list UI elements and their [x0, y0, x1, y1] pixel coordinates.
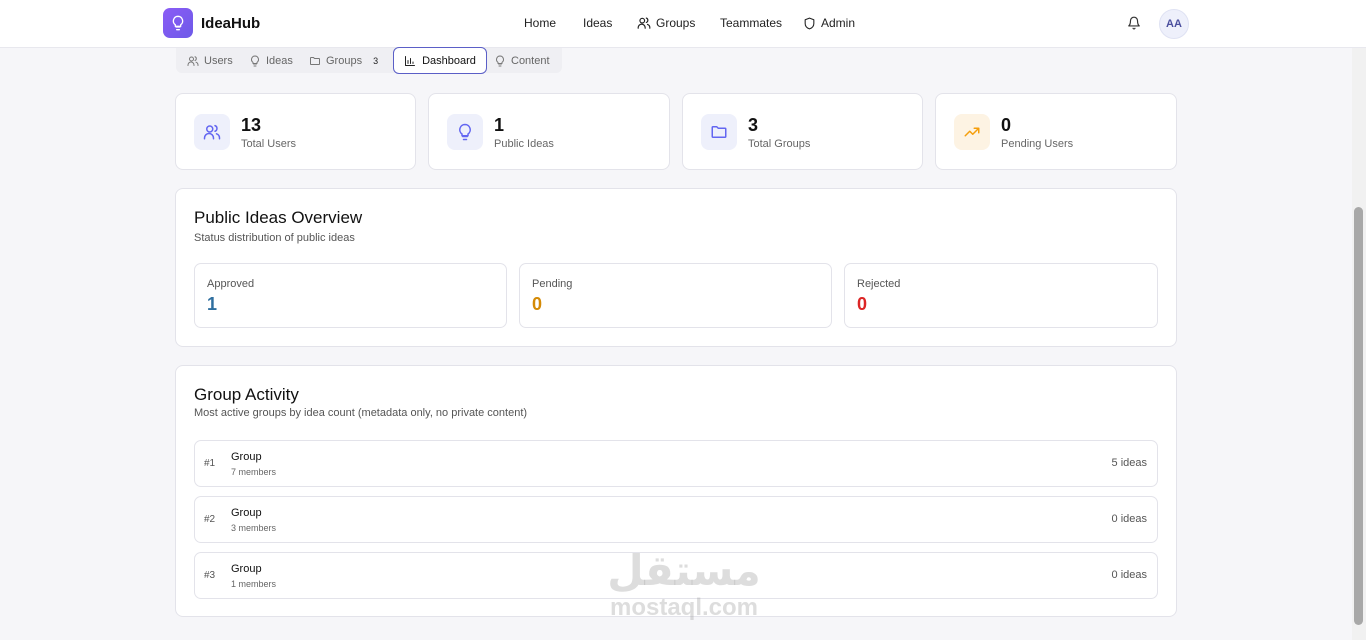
section-title: Public Ideas Overview [194, 208, 363, 227]
status-value: 0 [532, 294, 543, 314]
nav-groups[interactable]: Groups [637, 16, 695, 30]
stat-label: Pending Users [1001, 138, 1074, 150]
nav-ideas[interactable]: Ideas [583, 16, 612, 30]
trending-up-icon [954, 114, 990, 150]
tab-users[interactable]: Users [187, 53, 233, 69]
scrollbar-thumb[interactable] [1354, 207, 1363, 625]
status-value: 1 [207, 294, 218, 314]
lightbulb-icon [494, 55, 506, 67]
group-rank: #1 [204, 458, 216, 469]
nav-admin-label: Admin [821, 16, 856, 30]
tab-users-label: Users [204, 55, 233, 67]
status-label: Pending [532, 278, 573, 290]
public-ideas-overview-card: Public Ideas Overview Status distributio… [175, 188, 1177, 347]
nav-admin[interactable]: Admin [803, 16, 855, 30]
tab-dashboard-label: Dashboard [422, 54, 476, 67]
status-label: Rejected [857, 278, 901, 290]
top-navbar: IdeaHub Home Ideas Groups Teammates Admi… [0, 0, 1366, 48]
status-box-pending: Pending 0 [519, 263, 832, 328]
tab-dashboard[interactable]: Dashboard [393, 47, 487, 74]
stat-value: 1 [494, 115, 505, 135]
stat-card-total-users: 13 Total Users [175, 93, 416, 170]
list-item[interactable]: #2 Group 3 members 0 ideas [194, 496, 1158, 543]
group-rank: #3 [204, 570, 216, 581]
lightbulb-logo-icon[interactable] [163, 8, 193, 38]
nav-teammates-label: Teammates [720, 16, 783, 30]
group-name: Group [231, 563, 262, 575]
group-idea-count: 0 ideas [1111, 569, 1147, 581]
nav-home[interactable]: Home [524, 16, 556, 30]
stat-value: 3 [748, 115, 759, 135]
group-name: Group [231, 451, 262, 463]
lightbulb-icon [249, 55, 261, 67]
stat-card-total-groups: 3 Total Groups [682, 93, 923, 170]
users-icon [194, 114, 230, 150]
status-box-rejected: Rejected 0 [844, 263, 1158, 328]
stat-value: 13 [241, 115, 262, 135]
folder-icon [309, 55, 321, 67]
brand-name[interactable]: IdeaHub [201, 15, 260, 32]
avatar[interactable]: AA [1159, 9, 1189, 39]
stat-label: Total Groups [748, 138, 811, 150]
groups-count-badge: 3 [373, 56, 379, 66]
group-activity-card: Group Activity Most active groups by ide… [175, 365, 1177, 617]
nav-teammates[interactable]: Teammates [720, 16, 782, 30]
tab-ideas[interactable]: Ideas [249, 53, 293, 69]
lightbulb-icon [447, 114, 483, 150]
group-members: 1 members [231, 579, 277, 589]
stat-card-pending-users: 0 Pending Users [935, 93, 1177, 170]
stat-label: Total Users [241, 138, 297, 150]
tab-content[interactable]: Content [494, 53, 550, 69]
group-members: 7 members [231, 467, 277, 477]
bar-chart-icon [404, 55, 416, 67]
section-subtitle: Most active groups by idea count (metada… [194, 407, 528, 419]
tab-groups[interactable]: Groups 3 [309, 53, 378, 69]
nav-ideas-label: Ideas [583, 16, 613, 30]
stat-label: Public Ideas [494, 138, 554, 150]
stat-value: 0 [1001, 115, 1012, 135]
tab-content-label: Content [511, 55, 550, 67]
list-item[interactable]: #3 Group 1 members 0 ideas [194, 552, 1158, 599]
status-box-approved: Approved 1 [194, 263, 507, 328]
status-value: 0 [857, 294, 868, 314]
tab-ideas-label: Ideas [266, 55, 293, 67]
section-subtitle: Status distribution of public ideas [194, 232, 355, 244]
group-members: 3 members [231, 523, 277, 533]
shield-icon [803, 17, 816, 30]
bell-icon[interactable] [1127, 16, 1143, 32]
users-icon [187, 55, 199, 67]
group-rank: #2 [204, 514, 216, 525]
group-name: Group [231, 507, 262, 519]
stat-card-public-ideas: 1 Public Ideas [428, 93, 670, 170]
tab-groups-label: Groups [326, 55, 363, 67]
group-idea-count: 5 ideas [1111, 457, 1147, 469]
section-title: Group Activity [194, 385, 299, 404]
users-icon [637, 16, 651, 30]
status-label: Approved [207, 278, 255, 290]
nav-home-label: Home [524, 16, 557, 30]
nav-groups-label: Groups [656, 16, 696, 30]
folder-icon [701, 114, 737, 150]
group-idea-count: 0 ideas [1111, 513, 1147, 525]
list-item[interactable]: #1 Group 7 members 5 ideas [194, 440, 1158, 487]
